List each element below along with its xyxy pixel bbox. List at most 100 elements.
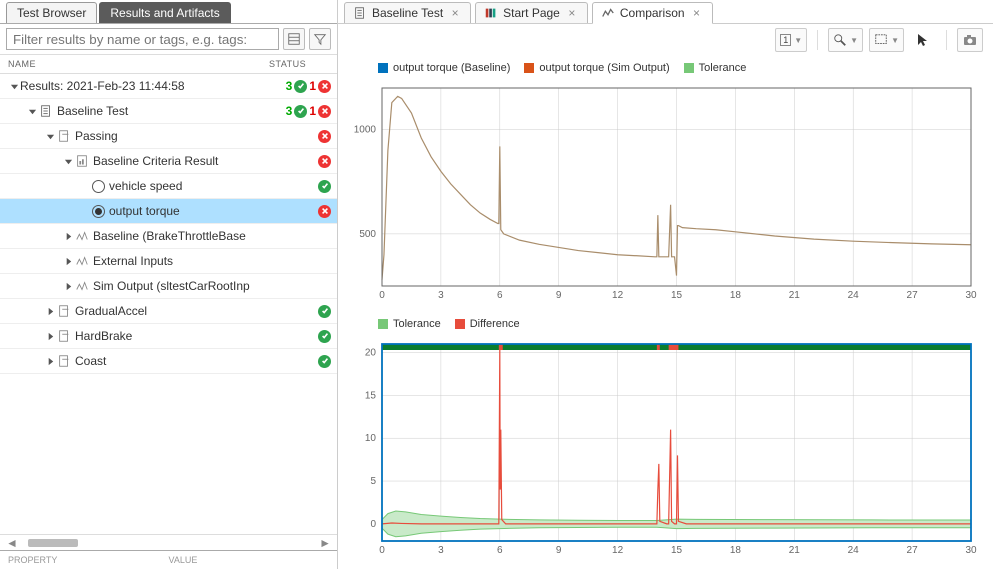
cursor-button[interactable]: ▼	[869, 28, 904, 52]
twisty-icon[interactable]	[44, 130, 56, 142]
tree-label: Baseline Test	[57, 104, 128, 118]
zoom-button[interactable]: ▼	[828, 28, 863, 52]
chart-bottom[interactable]: 03691215182124273005101520	[348, 338, 979, 561]
tree-row[interactable]: Sim Output (sltestCarRootInp	[0, 274, 337, 299]
tree-row[interactable]: Results: 2021-Feb-23 11:44:5831	[0, 74, 337, 99]
tree-row[interactable]: Baseline Criteria Result	[0, 149, 337, 174]
twisty-icon[interactable]	[62, 255, 74, 267]
passbox-icon	[56, 329, 71, 344]
svg-text:30: 30	[965, 545, 977, 556]
twisty-icon	[80, 205, 92, 217]
results-tree[interactable]: Results: 2021-Feb-23 11:44:5831Baseline …	[0, 74, 337, 534]
tree-row[interactable]: Baseline Test 31	[0, 99, 337, 124]
tree-row[interactable]: External Inputs	[0, 249, 337, 274]
column-header-property: PROPERTY	[8, 555, 169, 565]
svg-text:21: 21	[789, 545, 801, 556]
status-cell	[271, 330, 331, 343]
svg-text:0: 0	[379, 545, 385, 556]
filter-input[interactable]	[6, 28, 279, 50]
tree-row[interactable]: Coast	[0, 349, 337, 374]
horizontal-scrollbar[interactable]: ◄►	[0, 534, 337, 550]
tree-row[interactable]: Baseline (BrakeThrottleBase	[0, 224, 337, 249]
tab-label: Comparison	[620, 6, 685, 20]
column-header-value: VALUE	[169, 555, 330, 565]
tree-row[interactable]: Passing	[0, 124, 337, 149]
layout-button[interactable]: 1▼	[775, 28, 807, 52]
svg-text:0: 0	[379, 290, 385, 301]
twisty-icon[interactable]	[26, 105, 38, 117]
legend-item: output torque (Baseline)	[378, 62, 510, 74]
filter-funnel-button[interactable]	[309, 28, 331, 50]
snapshot-button[interactable]	[957, 28, 983, 52]
status-cell	[271, 205, 331, 218]
column-header-status: STATUS	[269, 59, 329, 69]
tab-test-browser[interactable]: Test Browser	[6, 2, 97, 23]
twisty-icon[interactable]	[44, 355, 56, 367]
chart-top[interactable]: 0369121518212427305001000	[348, 82, 979, 306]
column-header-name: NAME	[8, 59, 269, 69]
tree-label: Baseline Criteria Result	[93, 154, 218, 168]
close-icon[interactable]: ×	[690, 6, 704, 20]
svg-text:27: 27	[907, 545, 919, 556]
tree-row[interactable]: GradualAccel	[0, 299, 337, 324]
doc-icon	[353, 6, 367, 20]
signal-icon	[74, 229, 89, 244]
editor-tab[interactable]: Baseline Test×	[344, 2, 471, 23]
tab-results-artifacts[interactable]: Results and Artifacts	[99, 2, 230, 23]
svg-text:24: 24	[848, 545, 860, 556]
svg-text:15: 15	[671, 290, 683, 301]
passbox-icon	[56, 354, 71, 369]
signal-radio[interactable]	[92, 180, 105, 193]
svg-text:30: 30	[965, 290, 977, 301]
comparison-charts: output torque (Baseline)output torque (S…	[338, 56, 993, 569]
svg-text:6: 6	[497, 290, 503, 301]
svg-text:20: 20	[365, 348, 377, 359]
svg-text:15: 15	[365, 390, 377, 401]
close-icon[interactable]: ×	[448, 6, 462, 20]
left-panel: Test Browser Results and Artifacts NAME …	[0, 0, 338, 569]
twisty-icon[interactable]	[62, 230, 74, 242]
tree-label: vehicle speed	[109, 179, 182, 193]
svg-text:0: 0	[370, 519, 376, 530]
twisty-icon[interactable]	[62, 280, 74, 292]
signal-icon	[74, 254, 89, 269]
signal-radio[interactable]	[92, 205, 105, 218]
details-view-button[interactable]	[283, 28, 305, 50]
pointer-button[interactable]	[910, 28, 936, 52]
svg-text:500: 500	[359, 229, 376, 240]
legend-item: Tolerance	[378, 318, 441, 330]
svg-text:9: 9	[556, 290, 562, 301]
passbox-icon	[56, 129, 71, 144]
svg-text:12: 12	[612, 545, 624, 556]
tree-row[interactable]: HardBrake	[0, 324, 337, 349]
editor-tabs: Baseline Test× Start Page × Comparison ×	[338, 0, 993, 24]
chart-toolbar: 1▼ ▼ ▼	[338, 24, 993, 56]
tree-label: Coast	[75, 354, 106, 368]
chart-icon	[601, 6, 615, 20]
tree-label: Passing	[75, 129, 118, 143]
editor-tab[interactable]: Start Page ×	[475, 2, 588, 23]
tree-row[interactable]: output torque	[0, 199, 337, 224]
chartdoc-icon	[74, 154, 89, 169]
twisty-icon[interactable]	[44, 305, 56, 317]
tree-label: External Inputs	[93, 254, 173, 268]
svg-text:10: 10	[365, 433, 377, 444]
tree-label: output torque	[109, 204, 180, 218]
svg-text:24: 24	[848, 290, 860, 301]
twisty-icon[interactable]	[8, 80, 20, 92]
tab-label: Start Page	[503, 6, 560, 20]
twisty-icon[interactable]	[44, 330, 56, 342]
status-cell: 31	[271, 104, 331, 118]
status-cell	[271, 180, 331, 193]
svg-text:18: 18	[730, 545, 742, 556]
svg-text:1000: 1000	[354, 125, 377, 136]
twisty-icon[interactable]	[62, 155, 74, 167]
svg-text:27: 27	[907, 290, 919, 301]
tree-label: HardBrake	[75, 329, 132, 343]
editor-tab[interactable]: Comparison ×	[592, 2, 713, 24]
close-icon[interactable]: ×	[565, 6, 579, 20]
svg-text:12: 12	[612, 290, 624, 301]
tree-row[interactable]: vehicle speed	[0, 174, 337, 199]
tree-label: GradualAccel	[75, 304, 147, 318]
left-panel-tabs: Test Browser Results and Artifacts	[0, 0, 337, 24]
